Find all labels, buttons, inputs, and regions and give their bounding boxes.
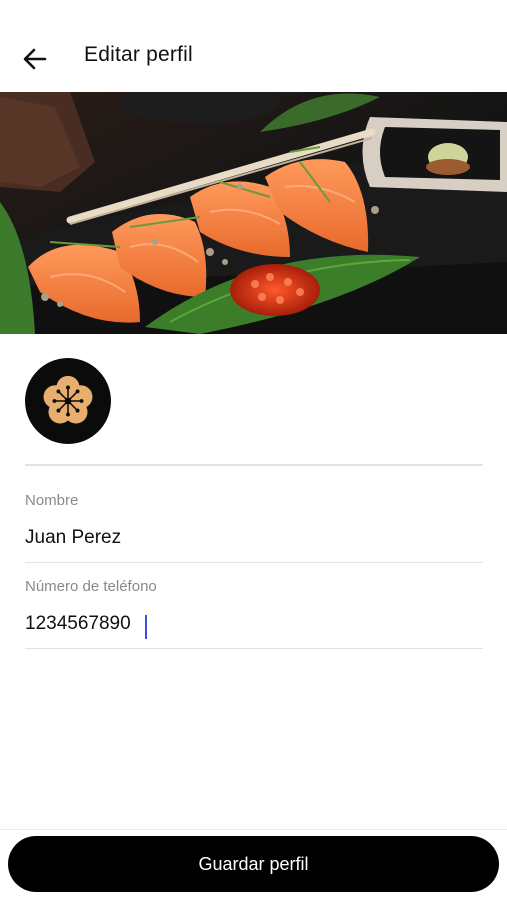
sushi-photo [0,92,507,334]
phone-input[interactable] [25,612,483,636]
text-cursor [145,615,147,639]
name-underline [25,562,483,563]
name-field: Nombre [25,492,483,563]
plum-blossom-icon [43,375,93,424]
phone-label: Número de teléfono [25,578,157,595]
app-bar: Editar perfil [0,0,507,92]
banner-image[interactable] [0,92,507,334]
footer-divider [0,829,507,830]
name-label: Nombre [25,492,79,509]
profile-avatar[interactable] [25,358,111,444]
phone-underline [25,648,483,649]
page-title: Editar perfil [84,43,193,66]
save-profile-button[interactable]: Guardar perfil [8,836,499,892]
back-button[interactable] [18,42,52,76]
name-input[interactable] [25,526,483,550]
avatar-divider [25,464,483,466]
arrow-left-icon [23,48,47,70]
phone-field: Número de teléfono [25,578,483,649]
